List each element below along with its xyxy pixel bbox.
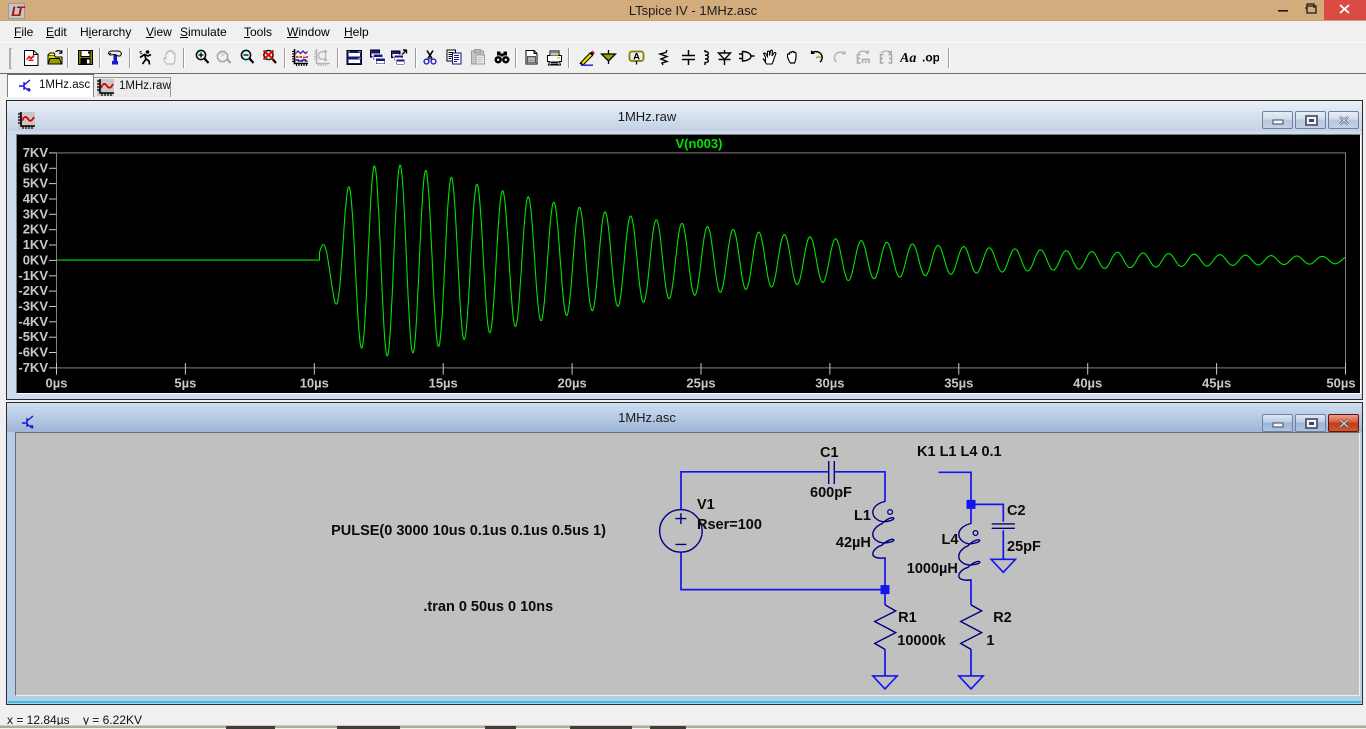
svg-text:4KV: 4KV	[23, 191, 49, 206]
svg-text:-5KV: -5KV	[18, 329, 48, 344]
svg-text:50µs: 50µs	[1326, 375, 1355, 390]
svg-text:15µs: 15µs	[429, 375, 458, 390]
svg-text:40µs: 40µs	[1073, 375, 1102, 390]
svg-text:5µs: 5µs	[174, 375, 196, 390]
svg-text:-3KV: -3KV	[18, 298, 48, 313]
svg-text:0KV: 0KV	[23, 252, 49, 267]
svg-text:6KV: 6KV	[23, 160, 49, 175]
svg-text:-6KV: -6KV	[18, 344, 48, 359]
svg-text:A: A	[633, 52, 640, 63]
svg-text:2KV: 2KV	[23, 221, 49, 236]
svg-text:V(n003): V(n003)	[676, 136, 723, 151]
svg-text:Aa: Aa	[900, 51, 916, 66]
svg-text:0µs: 0µs	[46, 375, 68, 390]
svg-text:.op: .op	[922, 51, 939, 65]
svg-text:7KV: 7KV	[23, 144, 49, 159]
svg-text:5KV: 5KV	[23, 175, 49, 190]
svg-text:35µs: 35µs	[944, 375, 973, 390]
svg-text:-2KV: -2KV	[18, 283, 48, 298]
svg-text:-4KV: -4KV	[18, 313, 48, 328]
svg-text:30µs: 30µs	[815, 375, 844, 390]
svg-text:10µs: 10µs	[300, 375, 329, 390]
svg-text:25µs: 25µs	[686, 375, 715, 390]
svg-text:20µs: 20µs	[558, 375, 587, 390]
svg-text:1KV: 1KV	[23, 237, 49, 252]
svg-text:3KV: 3KV	[23, 206, 49, 221]
svg-text:-7KV: -7KV	[18, 359, 48, 374]
svg-text:-1KV: -1KV	[18, 267, 48, 282]
svg-text:45µs: 45µs	[1202, 375, 1231, 390]
